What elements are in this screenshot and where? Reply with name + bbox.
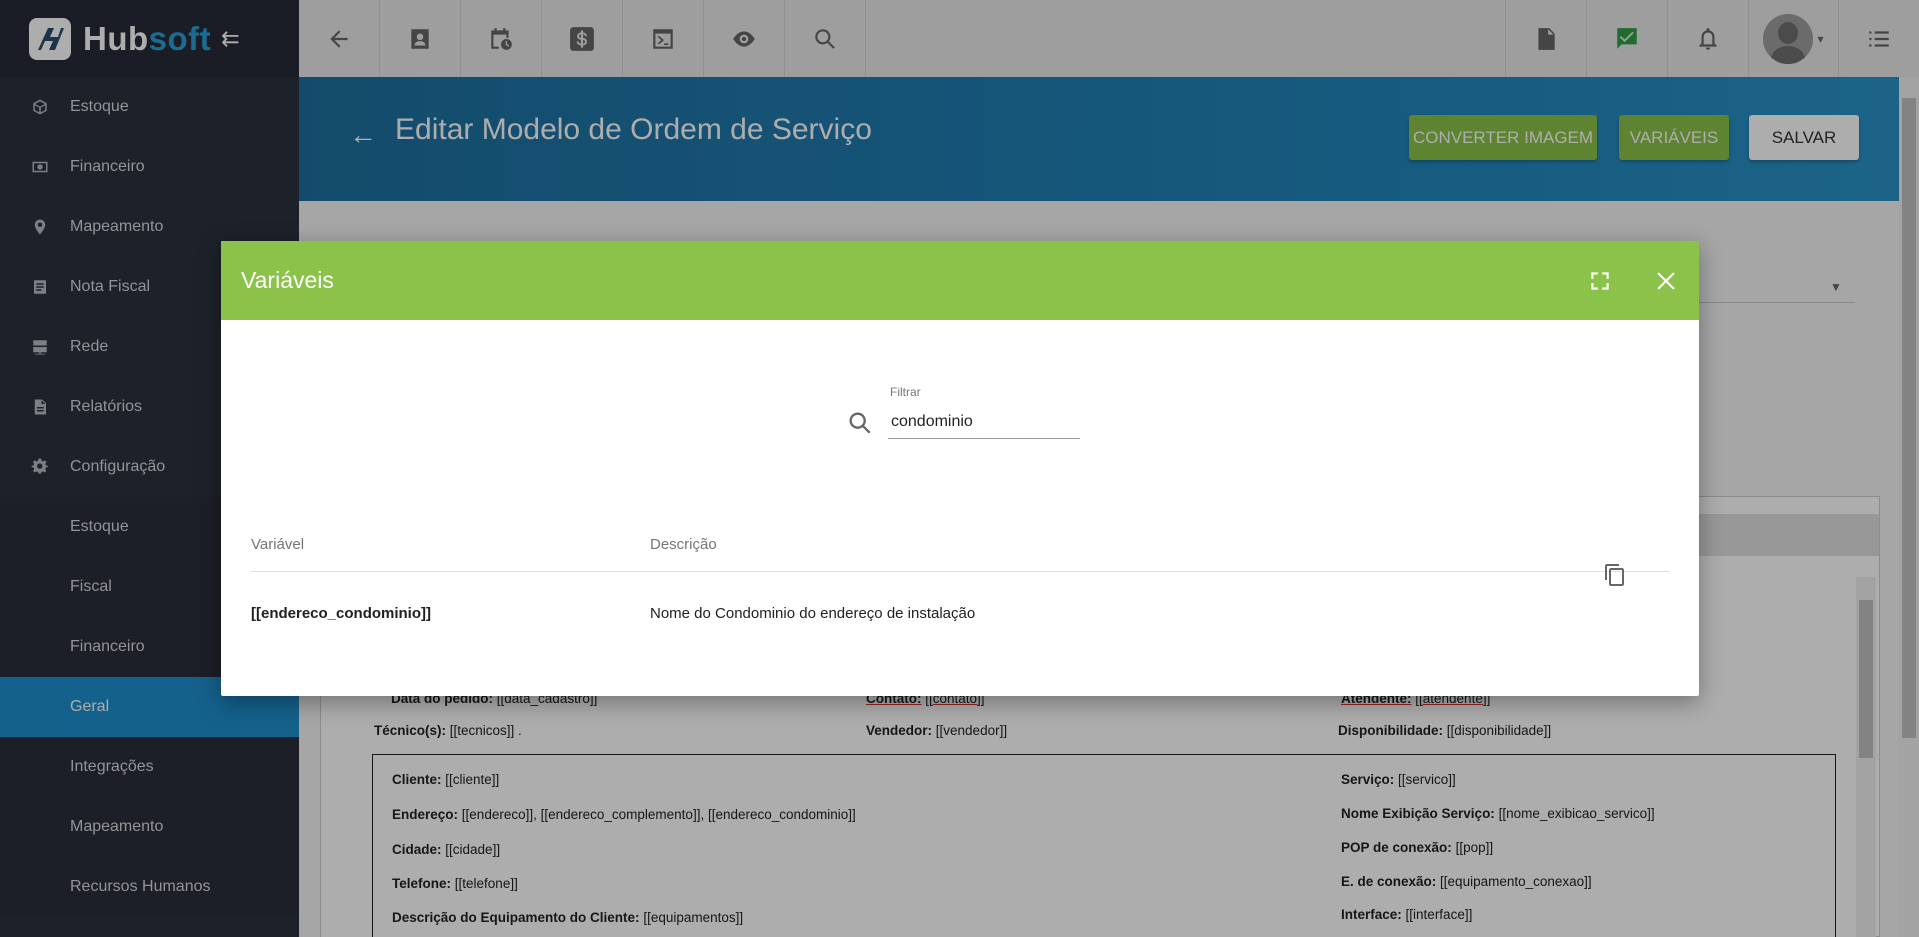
search-icon <box>846 409 876 439</box>
filter-label: Filtrar <box>890 385 921 399</box>
dialog-title: Variáveis <box>241 267 334 293</box>
close-icon <box>1657 271 1675 290</box>
dialog-header: Variáveis <box>221 241 1699 320</box>
table-header: Variável Descrição <box>251 518 1670 572</box>
dialog-actions <box>1567 241 1699 320</box>
variables-dialog: Variáveis Filtrar Variável Descrição [[e… <box>221 241 1699 696</box>
close-button[interactable] <box>1633 241 1699 320</box>
table-row: [[endereco_condominio]] Nome do Condomin… <box>251 573 1670 659</box>
copy-icon <box>1605 564 1624 586</box>
column-header-description: Descrição <box>650 536 717 553</box>
variable-cell: [[endereco_condominio]] <box>251 605 432 622</box>
filter-input[interactable] <box>888 405 1080 439</box>
fullscreen-icon <box>1591 271 1609 290</box>
description-cell: Nome do Condominio do endereço de instal… <box>650 605 976 622</box>
copy-variable-button[interactable] <box>1599 559 1631 591</box>
column-header-variable: Variável <box>251 536 305 553</box>
fullscreen-button[interactable] <box>1567 241 1633 320</box>
